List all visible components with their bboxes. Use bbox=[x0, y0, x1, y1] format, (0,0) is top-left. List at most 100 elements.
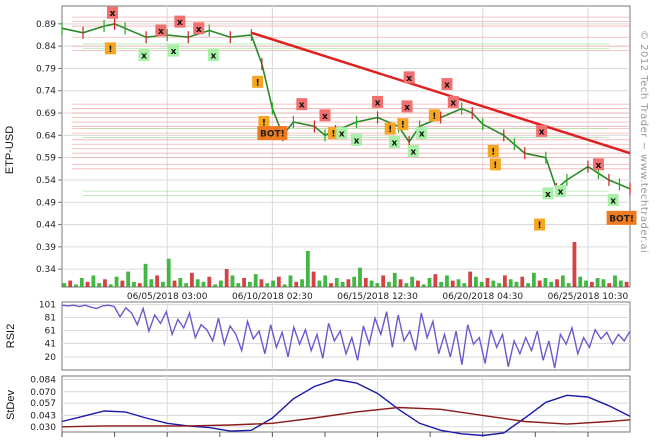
price-y-tick-label: 0.84 bbox=[36, 42, 56, 52]
rsi-y-tick-label: 20 bbox=[45, 353, 57, 363]
volume-bar bbox=[161, 281, 165, 287]
volume-bar bbox=[253, 274, 258, 287]
bot-marker-label: BOT! bbox=[260, 130, 285, 140]
volume-bar bbox=[416, 280, 420, 287]
volume-bar bbox=[230, 275, 235, 287]
buy-marker-label: x bbox=[211, 52, 217, 62]
sell-marker-label: x bbox=[158, 27, 164, 37]
sell-marker-label: x bbox=[375, 98, 381, 108]
sell-marker-label: x bbox=[596, 161, 602, 171]
rsi-y-tick-label: 41 bbox=[45, 339, 56, 349]
price-y-tick-label: 0.89 bbox=[36, 20, 56, 30]
volume-bar bbox=[392, 272, 397, 287]
stdev-y-tick-label: 0.043 bbox=[30, 411, 56, 421]
volume-bar bbox=[549, 281, 554, 287]
volume-bar bbox=[601, 279, 606, 287]
volume-bar bbox=[427, 278, 432, 287]
price-y-tick-label: 0.54 bbox=[36, 176, 56, 186]
volume-bar bbox=[265, 283, 270, 287]
buy-marker-label: x bbox=[410, 147, 416, 157]
volume-bar bbox=[358, 267, 362, 287]
volume-bar bbox=[79, 278, 84, 287]
stdev-y-tick-label: 0.030 bbox=[30, 423, 56, 433]
price-series bbox=[61, 17, 631, 195]
buy-marker-label: x bbox=[558, 188, 564, 198]
volume-bar bbox=[531, 272, 536, 287]
volume-bar bbox=[404, 283, 409, 287]
volume-bar bbox=[491, 280, 496, 287]
sell-marker-label: x bbox=[404, 103, 410, 113]
volume-bar bbox=[97, 283, 102, 287]
volume-bar bbox=[311, 271, 316, 287]
x-tick-label: 06/20/2018 04:30 bbox=[442, 292, 523, 302]
volume-bar bbox=[247, 281, 252, 287]
volume-bar bbox=[259, 279, 264, 287]
volume-bar bbox=[190, 272, 194, 287]
x-tick-label: 06/15/2018 12:30 bbox=[337, 292, 418, 302]
stdev-line-1 bbox=[61, 406, 631, 428]
stdev-y-tick-label: 0.070 bbox=[30, 388, 56, 398]
price-axis-title: ETP-USD bbox=[4, 126, 16, 174]
alert-marker-label: ! bbox=[331, 130, 335, 140]
rsi-series bbox=[61, 304, 631, 369]
x-tick-label: 06/10/2018 02:30 bbox=[232, 292, 313, 302]
volume-bar bbox=[410, 276, 415, 287]
volume-bar bbox=[485, 278, 490, 287]
volume-bar bbox=[329, 283, 333, 287]
volume-bar bbox=[543, 278, 548, 287]
rsi-line bbox=[61, 304, 631, 369]
sell-marker-label: x bbox=[177, 18, 183, 28]
sell-marker-label: x bbox=[322, 112, 328, 122]
volume-bar bbox=[584, 280, 588, 287]
volume-bar bbox=[242, 278, 246, 287]
price-y-tick-label: 0.44 bbox=[36, 221, 56, 231]
volume-bar bbox=[126, 271, 131, 287]
volume-bar bbox=[560, 275, 565, 287]
alert-marker-label: ! bbox=[493, 161, 497, 171]
volume-bar bbox=[572, 242, 577, 287]
trading-chart: x!xxxxxx!!xx! xxx!x!xxxx!xx!!xx!xxxBOT!BO… bbox=[4, 5, 649, 437]
volume-bar bbox=[103, 279, 107, 287]
volume-bar bbox=[462, 283, 467, 287]
volume-bar bbox=[62, 283, 67, 287]
volume-bar bbox=[363, 278, 368, 287]
rsi-y-tick-label: 101 bbox=[39, 301, 56, 311]
volume-bar bbox=[282, 284, 287, 287]
buy-marker-label: x bbox=[545, 190, 551, 200]
price-y-tick-label: 0.49 bbox=[36, 198, 56, 208]
price-y-tick-label: 0.74 bbox=[36, 87, 56, 97]
price-y-tick-label: 0.79 bbox=[36, 64, 56, 74]
alert-marker-label: ! bbox=[388, 125, 392, 135]
volume-bar bbox=[276, 276, 281, 287]
buy-marker-label: x bbox=[339, 130, 345, 140]
volume-bar bbox=[294, 281, 299, 287]
volume-bar bbox=[398, 279, 403, 287]
buy-marker-label: x bbox=[391, 139, 397, 149]
volume-bar bbox=[474, 276, 478, 287]
stdev-y-tick-label: 0.084 bbox=[30, 376, 56, 386]
volume-bars bbox=[62, 242, 629, 287]
volume-bar bbox=[613, 275, 617, 287]
volume-bar bbox=[178, 278, 183, 287]
volume-bar bbox=[421, 284, 426, 287]
price-y-ticks: 0.34 0.39 0.44 0.49 0.54 0.59 0.64 0.69 0.74 0.79… bbox=[36, 20, 62, 275]
volume-bar bbox=[195, 279, 200, 287]
price-y-tick-label: 0.34 bbox=[36, 265, 56, 275]
volume-bar bbox=[456, 279, 461, 287]
volume-bar bbox=[132, 281, 136, 287]
volume-bar bbox=[514, 281, 519, 287]
stdev-axis-title: StDev bbox=[5, 390, 17, 420]
volume-bar bbox=[352, 276, 357, 287]
volume-bar bbox=[340, 281, 345, 287]
sell-marker-label: x bbox=[539, 127, 545, 137]
volume-bar bbox=[317, 280, 322, 287]
volume-bar bbox=[439, 281, 444, 287]
sell-marker-label: x bbox=[196, 25, 202, 35]
volume-bar bbox=[479, 281, 484, 287]
volume-bar bbox=[120, 280, 125, 287]
alert-marker-label: ! bbox=[491, 147, 495, 157]
volume-bar bbox=[271, 280, 275, 287]
volume-bar bbox=[201, 281, 206, 287]
volume-bar bbox=[74, 284, 78, 287]
volume-bar bbox=[369, 280, 374, 287]
